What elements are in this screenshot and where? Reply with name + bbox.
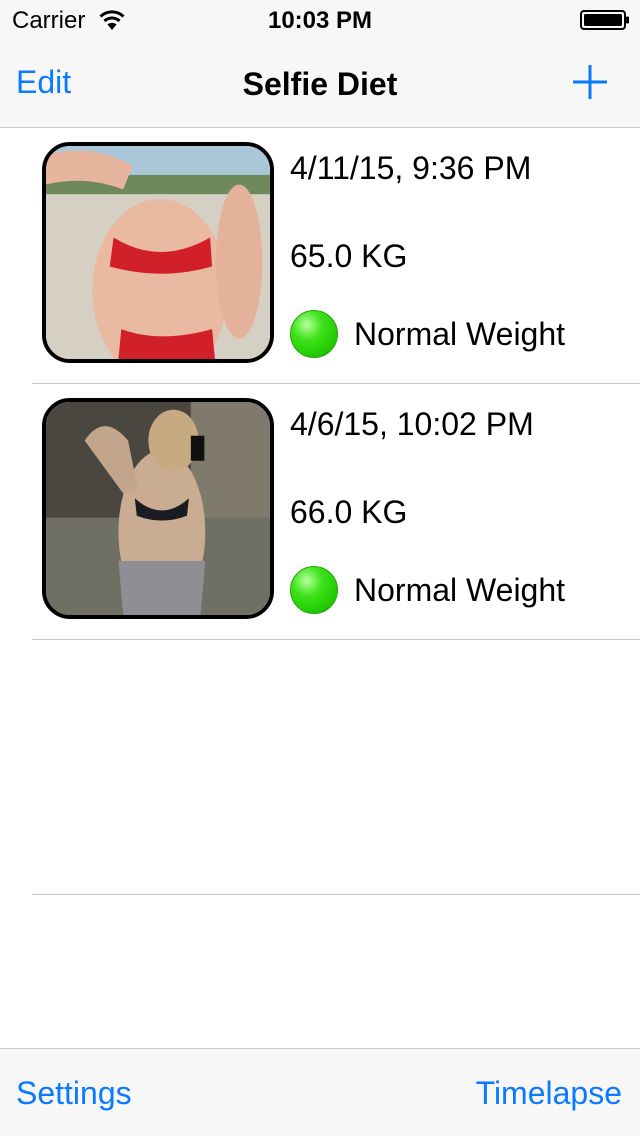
status-indicator-icon — [290, 566, 338, 614]
entry-status: Normal Weight — [354, 572, 566, 608]
app-screen: Carrier 10:03 PM Edit Selfie Diet 4/11/1… — [0, 0, 640, 1136]
row-separator — [32, 639, 640, 640]
mirror-selfie-photo — [46, 402, 270, 615]
clock: 10:03 PM — [267, 7, 373, 34]
entry-status: Normal Weight — [354, 316, 566, 352]
entry-date: 4/6/15, 10:02 PM — [290, 406, 534, 442]
entry-weight: 66.0 KG — [290, 494, 408, 530]
plus-icon[interactable] — [570, 62, 610, 102]
entry-date: 4/11/15, 9:36 PM — [290, 150, 532, 186]
entry-weight: 65.0 KG — [290, 238, 408, 274]
status-bar: Carrier 10:03 PM — [0, 0, 640, 40]
status-indicator-icon — [290, 310, 338, 358]
selfie-thumbnail — [42, 142, 274, 363]
entry-row[interactable]: 4/6/15, 10:02 PM 66.0 KG Normal Weight — [0, 384, 640, 640]
settings-button[interactable]: Settings — [16, 1075, 132, 1112]
battery-icon — [580, 10, 629, 30]
bottom-toolbar: Settings Timelapse — [0, 1048, 640, 1136]
entry-row[interactable]: 4/11/15, 9:36 PM 65.0 KG Normal Weight — [0, 128, 640, 384]
selfie-thumbnail — [42, 398, 274, 619]
top-bar: Carrier 10:03 PM Edit Selfie Diet — [0, 0, 640, 128]
timelapse-button[interactable]: Timelapse — [476, 1075, 622, 1112]
beach-selfie-photo — [46, 146, 270, 359]
page-title: Selfie Diet — [242, 66, 398, 102]
empty-row-separator — [32, 894, 640, 895]
